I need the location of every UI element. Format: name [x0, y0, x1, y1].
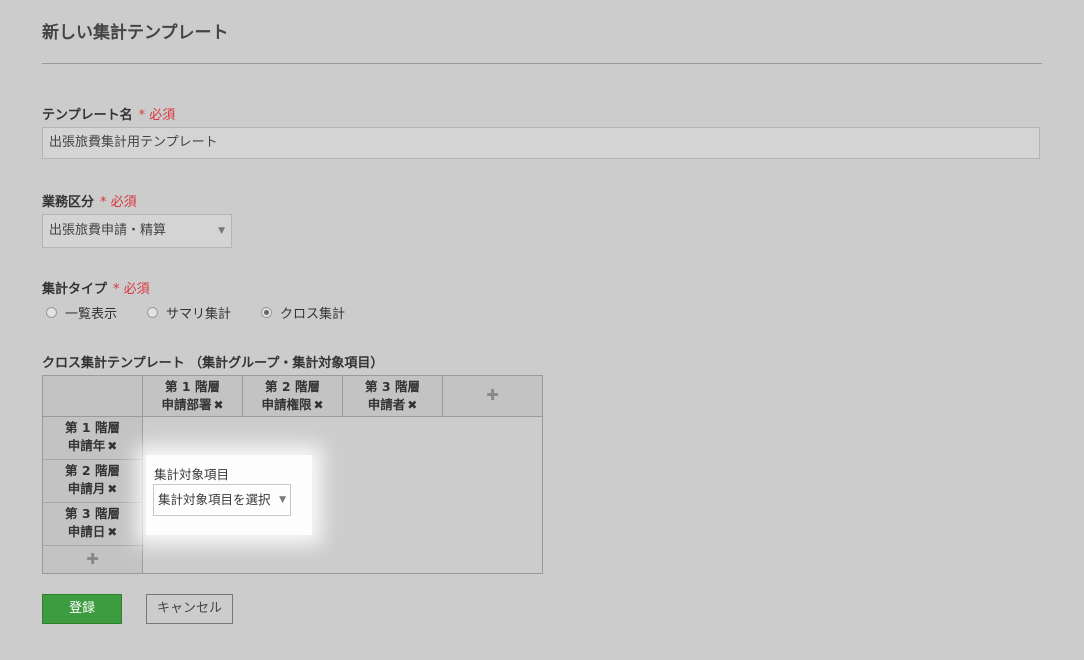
column-level-3: 第 3 階層 申請者 ✖	[343, 376, 443, 417]
business-category-value: 出張旅費申請・精算	[49, 223, 167, 238]
aggregation-type-label: 集計タイプ * 必須	[42, 278, 150, 297]
add-column-cell: ✚	[443, 376, 542, 417]
remove-icon[interactable]: ✖	[107, 525, 117, 539]
row-field-text: 申請日	[67, 524, 106, 539]
aggregation-target-select[interactable]: 集計対象項目を選択 ▼	[153, 484, 291, 516]
aggregation-type-radio-group: 一覧表示 サマリ集計 クロス集計	[46, 303, 375, 322]
column-level-2: 第 2 階層 申請権限 ✖	[243, 376, 343, 417]
required-mark: * 必須	[100, 195, 137, 210]
row-field-text: 申請月	[67, 481, 106, 496]
aggregation-target-popup: 集計対象項目 集計対象項目を選択 ▼	[146, 455, 312, 535]
column-level-text: 第 2 階層	[265, 379, 320, 394]
column-field-text: 申請者	[367, 397, 406, 412]
radio-button-icon[interactable]	[147, 306, 159, 318]
row-level-text: 第 1 階層	[65, 420, 120, 435]
aggregation-target-label: 集計対象項目	[154, 467, 230, 482]
radio-label: 一覧表示	[65, 306, 118, 322]
page-title: 新しい集計テンプレート	[42, 23, 229, 43]
business-category-select[interactable]: 出張旅費申請・精算 ▼	[42, 214, 232, 248]
add-row-cell: ✚	[43, 546, 143, 573]
required-mark: * 必須	[113, 282, 150, 297]
add-column-plus-icon[interactable]: ✚	[486, 386, 499, 404]
template-name-label-text: テンプレート名	[42, 108, 133, 123]
business-category-label-text: 業務区分	[42, 195, 95, 210]
column-level-1: 第 1 階層 申請部署 ✖	[143, 376, 243, 417]
radio-label: サマリ集計	[166, 306, 232, 322]
row-level-3: 第 3 階層 申請日 ✖	[43, 503, 143, 546]
required-mark: * 必須	[138, 108, 176, 123]
title-divider	[42, 63, 1042, 64]
radio-button-checked-icon[interactable]	[261, 306, 273, 318]
dropdown-arrow-icon: ▼	[279, 495, 286, 505]
remove-icon[interactable]: ✖	[107, 439, 117, 453]
row-level-text: 第 2 階層	[65, 463, 120, 478]
remove-icon[interactable]: ✖	[213, 398, 223, 412]
remove-icon[interactable]: ✖	[107, 482, 117, 496]
template-name-label: テンプレート名 * 必須	[42, 104, 175, 123]
column-level-text: 第 3 階層	[365, 379, 420, 394]
radio-button-icon[interactable]	[46, 306, 57, 318]
add-row-plus-icon[interactable]: ✚	[86, 550, 99, 568]
row-field-text: 申請年	[67, 438, 106, 453]
column-field-text: 申請権限	[261, 397, 312, 412]
radio-summary[interactable]: サマリ集計	[147, 303, 232, 322]
radio-list-view[interactable]: 一覧表示	[46, 303, 118, 322]
row-level-2: 第 2 階層 申請月 ✖	[43, 460, 143, 503]
grid-corner	[43, 376, 143, 417]
row-level-text: 第 3 階層	[65, 506, 120, 521]
radio-cross[interactable]: クロス集計	[261, 303, 346, 322]
business-category-label: 業務区分 * 必須	[42, 191, 137, 210]
remove-icon[interactable]: ✖	[407, 398, 417, 412]
aggregation-type-label-text: 集計タイプ	[42, 282, 108, 297]
template-name-input[interactable]: 出張旅費集計用テンプレート	[42, 127, 1040, 159]
aggregation-target-placeholder: 集計対象項目を選択	[158, 492, 271, 507]
submit-button[interactable]: 登録	[42, 594, 122, 624]
column-level-text: 第 1 階層	[165, 379, 220, 394]
column-field-text: 申請部署	[161, 397, 212, 412]
cancel-button[interactable]: キャンセル	[146, 594, 233, 624]
cross-template-label: クロス集計テンプレート （集計グループ・集計対象項目）	[42, 356, 384, 371]
radio-label: クロス集計	[280, 306, 346, 322]
dropdown-arrow-icon: ▼	[218, 226, 225, 236]
remove-icon[interactable]: ✖	[313, 398, 323, 412]
row-level-1: 第 1 階層 申請年 ✖	[43, 417, 143, 460]
